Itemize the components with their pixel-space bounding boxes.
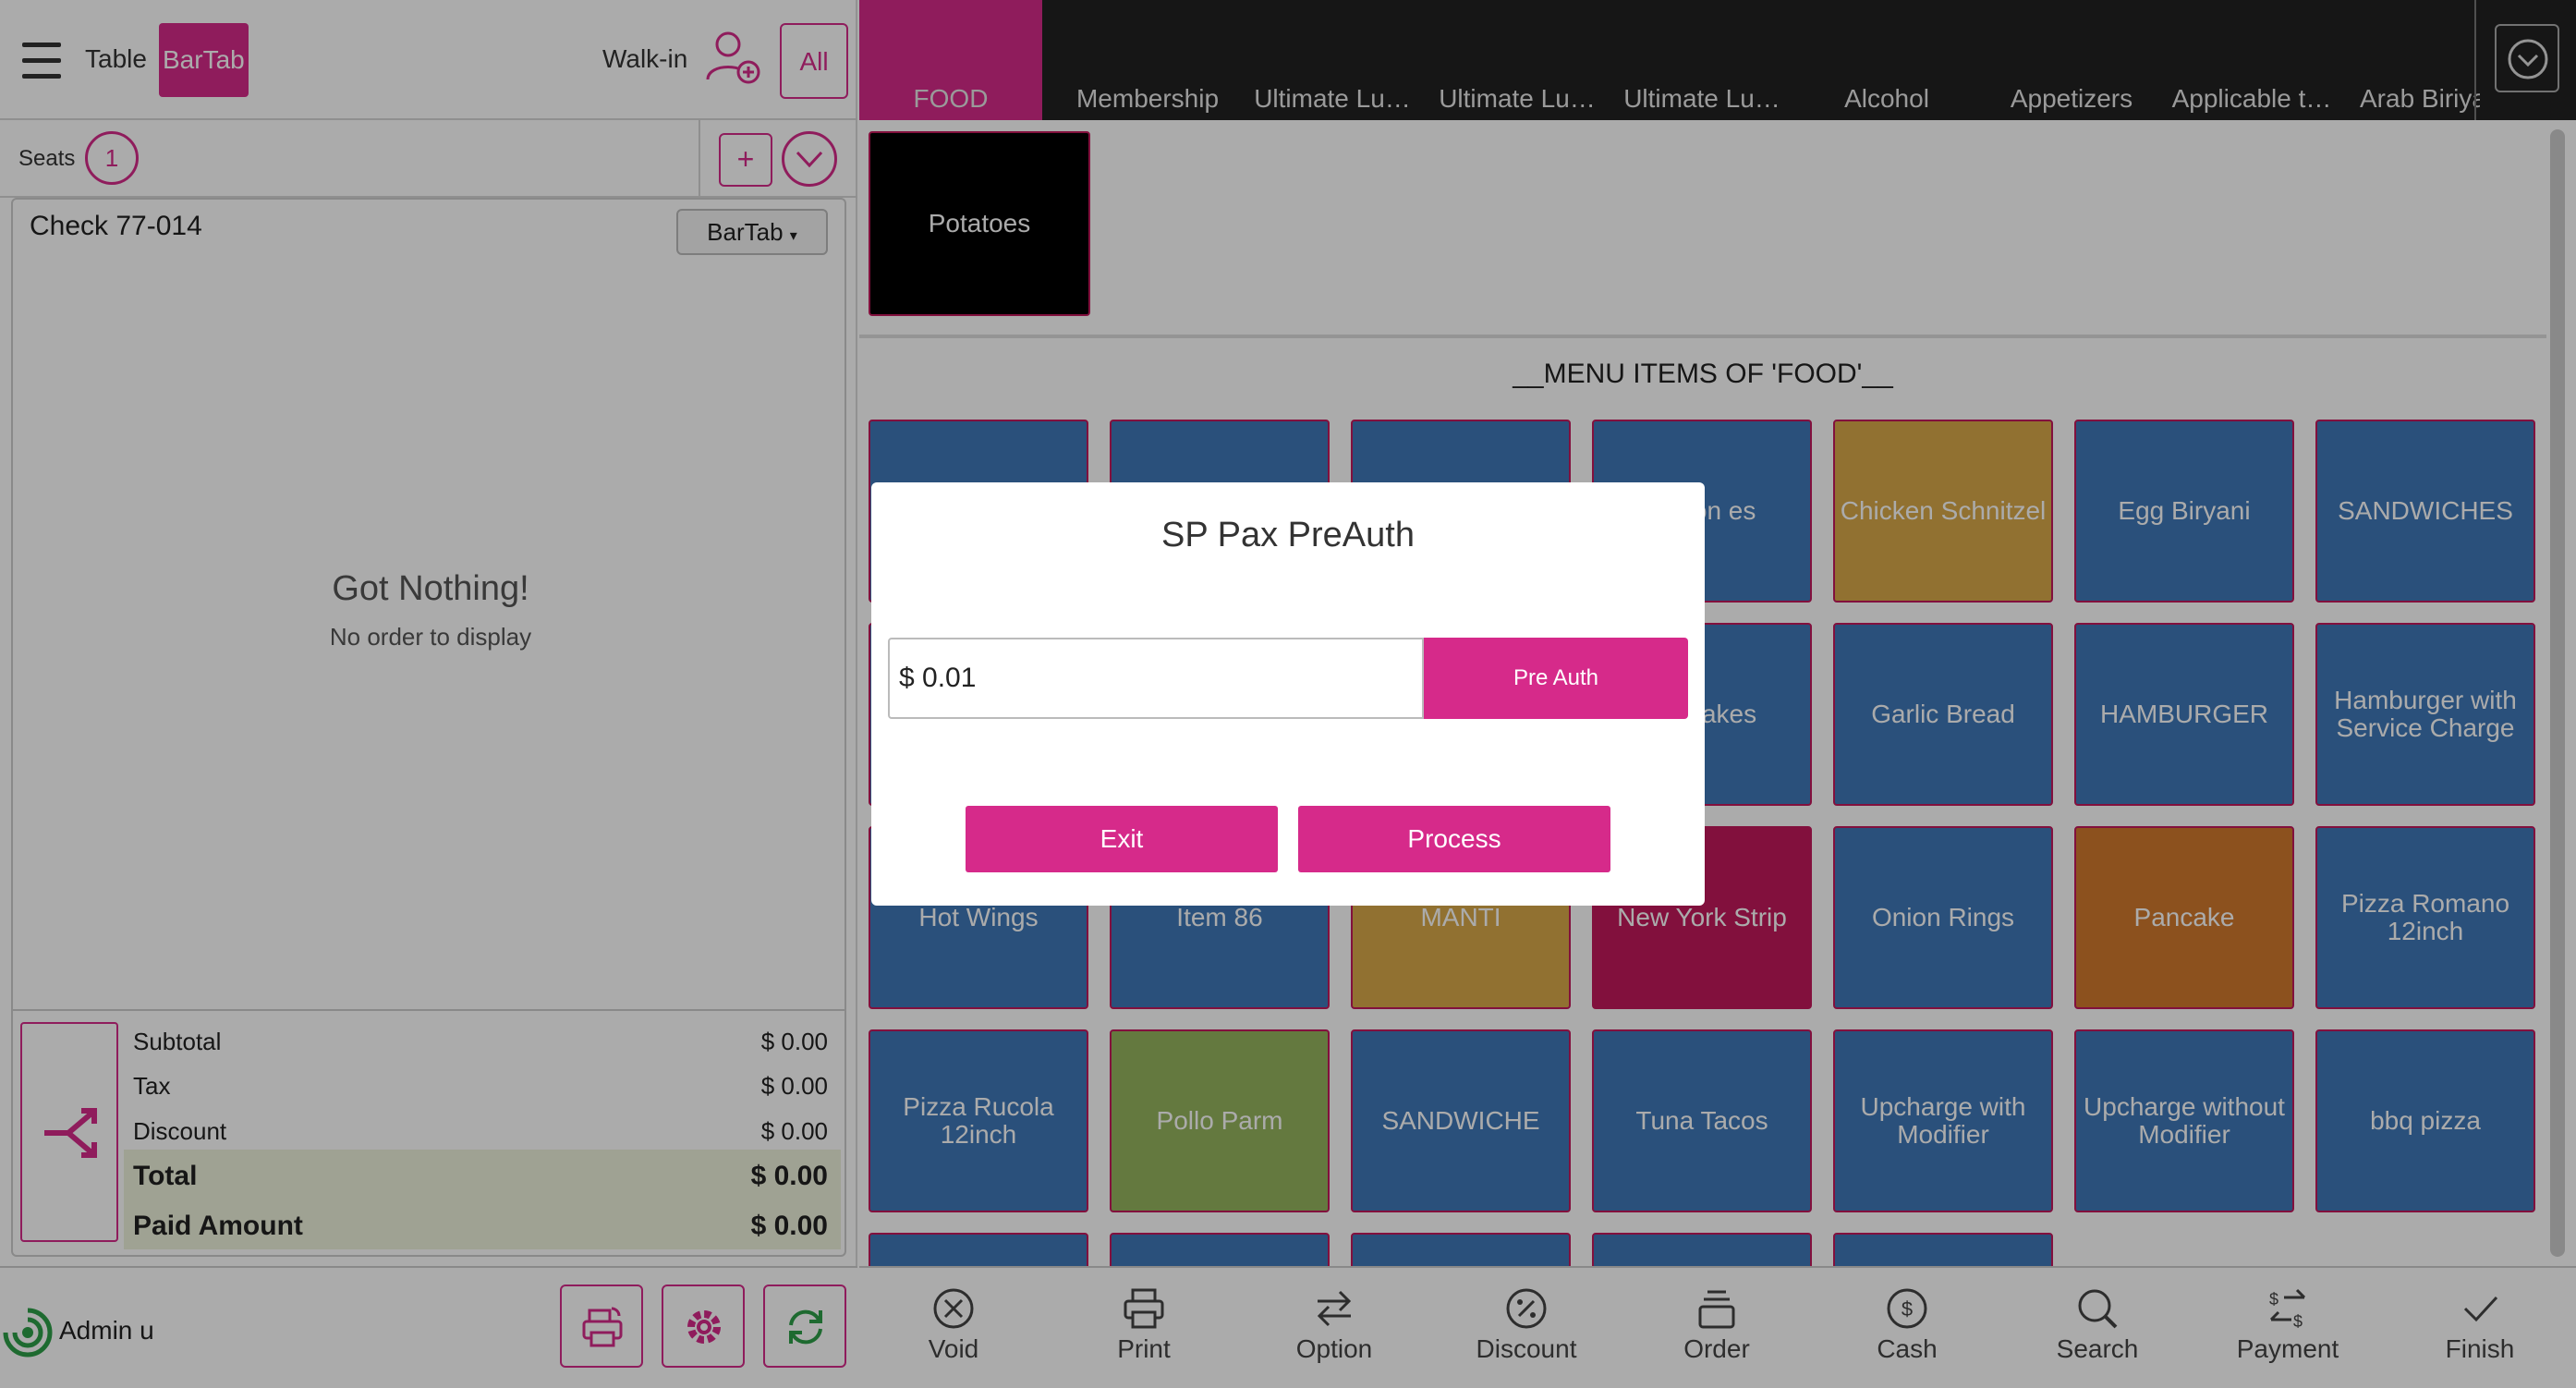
pre-auth-button[interactable]: Pre Auth xyxy=(1424,638,1688,719)
amount-input[interactable] xyxy=(888,638,1424,719)
exit-button[interactable]: Exit xyxy=(966,806,1278,872)
process-button[interactable]: Process xyxy=(1298,806,1610,872)
dialog-title: SP Pax PreAuth xyxy=(1161,516,1415,554)
preauth-dialog: SP Pax PreAuth Pre Auth Exit Process xyxy=(871,482,1705,906)
